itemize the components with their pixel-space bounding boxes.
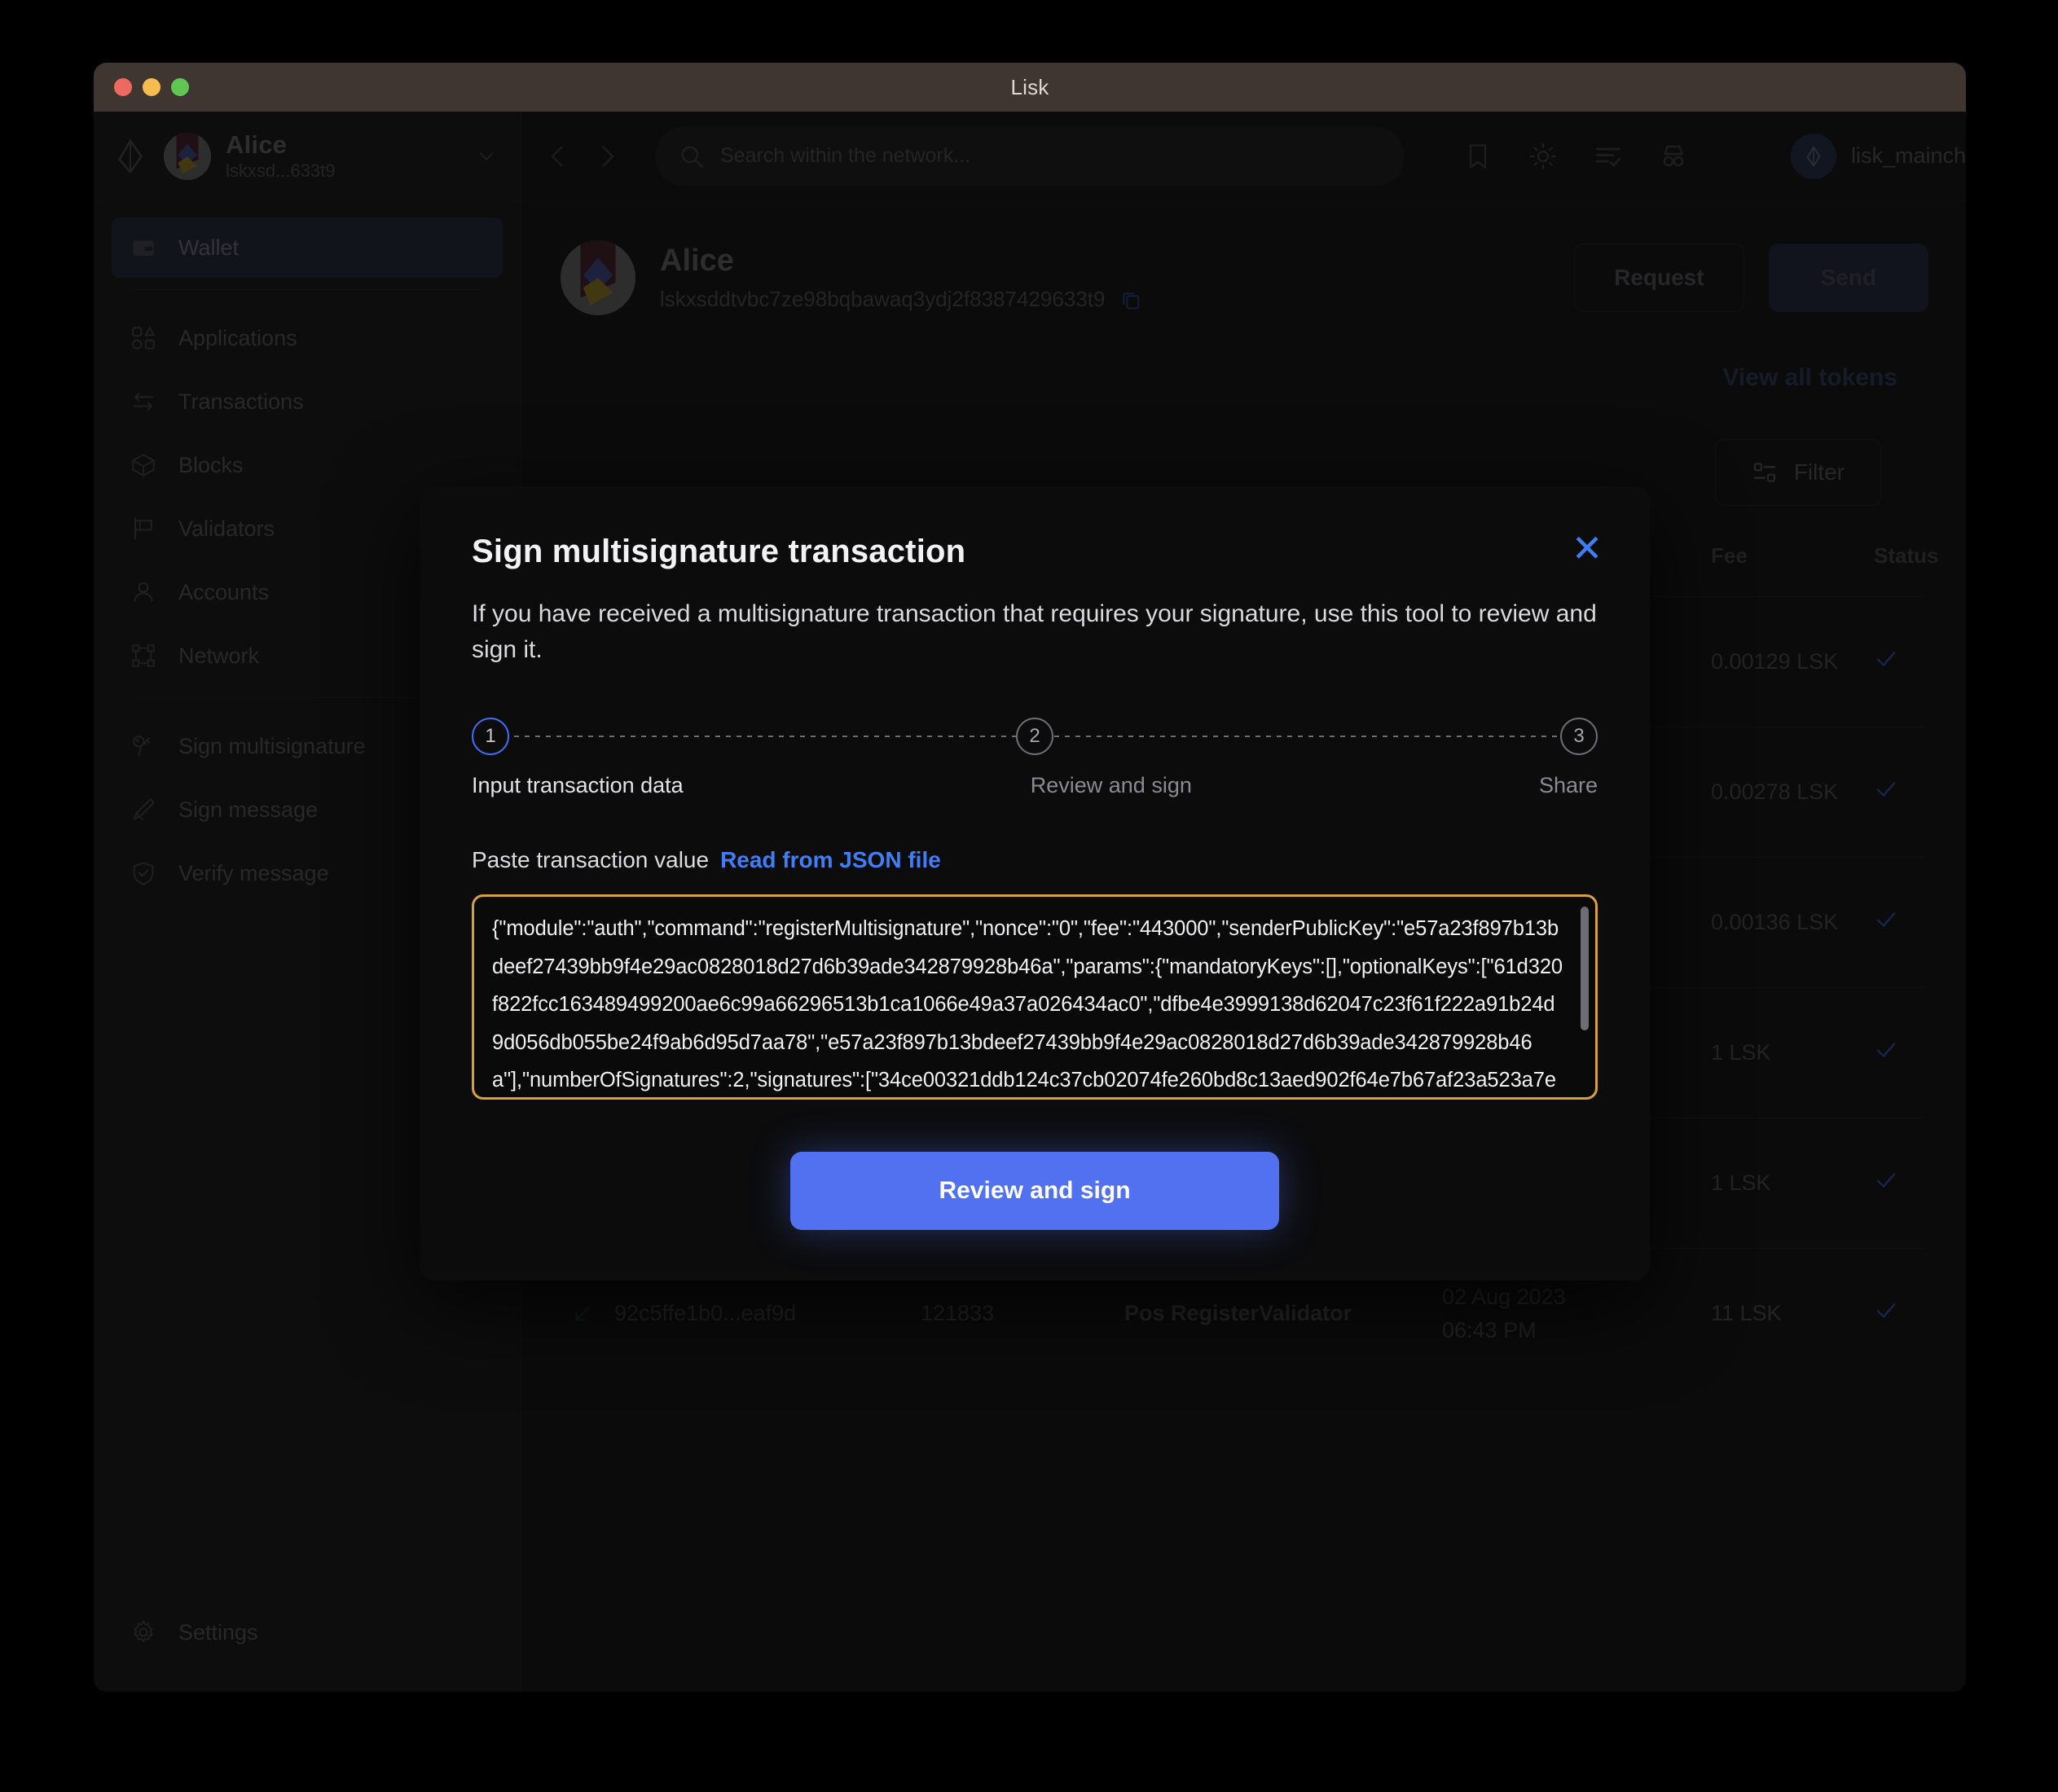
step-3-circle[interactable]: 3 [1560, 718, 1598, 755]
step-2-circle[interactable]: 2 [1016, 718, 1053, 755]
app-window: Lisk Alice ls [94, 63, 1966, 1692]
step-1-label: Input transaction data [472, 773, 684, 797]
close-icon[interactable]: ✕ [1570, 529, 1604, 567]
dialog-title: Sign multisignature transaction [472, 534, 966, 569]
textarea-scrollbar[interactable] [1581, 907, 1589, 1030]
review-and-sign-button[interactable]: Review and sign [790, 1152, 1279, 1230]
window-title: Lisk [1010, 74, 1049, 99]
transaction-value-textarea[interactable]: {"module":"auth","command":"registerMult… [472, 894, 1598, 1100]
step-2-label: Review and sign [1030, 773, 1192, 797]
window-titlebar: Lisk [94, 63, 1966, 112]
paste-transaction-label: Paste transaction value [472, 847, 710, 872]
step-indicator: 1 2 3 [472, 718, 1598, 755]
dialog-description: If you have received a multisignature tr… [472, 600, 1597, 663]
step-1-circle[interactable]: 1 [472, 718, 509, 755]
sign-multisignature-dialog: Sign multisignature transaction ✕ If you… [420, 486, 1650, 1280]
transaction-value-text: {"module":"auth","command":"registerMult… [492, 917, 1563, 1091]
read-from-json-link[interactable]: Read from JSON file [720, 847, 941, 873]
step-3-label: Share [1538, 773, 1598, 797]
step-labels: Input transaction data Review and sign S… [472, 773, 1598, 798]
